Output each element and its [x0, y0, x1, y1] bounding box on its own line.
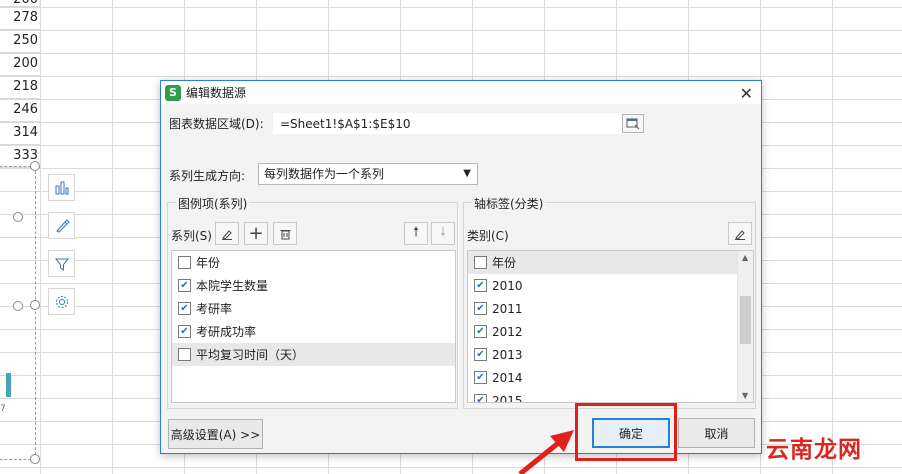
category-name: 2013 — [492, 347, 523, 362]
resize-handle[interactable] — [13, 301, 23, 311]
checkbox[interactable]: ✔ — [178, 302, 191, 315]
series-name: 平均复习时间（天） — [196, 348, 305, 362]
category-name: 2015 — [492, 393, 523, 403]
add-series-button[interactable]: + — [244, 222, 268, 245]
category-name: 2012 — [492, 324, 523, 339]
legend-series-group: 图例项(系列) 系列(S) + 🠕 🠗 年份 ✔ 本院学生数量 ✔ 考研率 ✔ 考研成… — [167, 195, 458, 409]
range-label: 图表数据区域(D): — [169, 117, 264, 131]
series-name: 年份 — [196, 256, 221, 270]
series-name: 考研率 — [196, 302, 233, 316]
series-label: 系列(S) — [171, 229, 212, 243]
chart-toolbar — [48, 174, 75, 326]
highlight-box — [575, 403, 677, 461]
cell-value[interactable]: 250 — [0, 30, 40, 53]
dialog-title: 编辑数据源 — [186, 86, 247, 100]
resize-handle[interactable] — [13, 212, 23, 222]
edit-data-source-dialog: S 编辑数据源 ✕ 图表数据区域(D): =Sheet1!$A$1:$E$10 … — [160, 80, 762, 454]
checkbox[interactable]: ✔ — [474, 325, 487, 338]
checkbox[interactable]: ✔ — [474, 371, 487, 384]
cancel-button[interactable]: 取消 — [678, 418, 755, 448]
list-item[interactable]: ✔ 2012 — [468, 320, 753, 343]
axis-labels-group: 轴标签(分类) 类别(C) 年份 ✔ 2010 ✔ 2011 ✔ 2012 ✔ 2013… — [463, 195, 756, 409]
checkbox[interactable]: ✔ — [474, 302, 487, 315]
chart-bar — [6, 373, 11, 397]
scroll-up-icon[interactable]: ▲ — [742, 253, 748, 262]
move-down-button[interactable]: 🠗 — [431, 222, 455, 245]
chart-tick-label: 7 — [0, 404, 6, 414]
checkbox[interactable] — [474, 256, 487, 269]
scroll-down-icon[interactable]: ▼ — [742, 391, 748, 400]
category-label: 类别(C) — [467, 229, 509, 243]
advanced-settings-button[interactable]: 高级设置(A) >> — [168, 419, 263, 449]
cell-value[interactable]: 314 — [0, 122, 40, 145]
chart-filter-icon[interactable] — [48, 250, 75, 277]
chart-elements-icon[interactable] — [48, 174, 75, 201]
legend-group-title: 图例项(系列) — [176, 195, 250, 212]
resize-handle[interactable] — [30, 300, 40, 310]
list-item[interactable]: ✔ 2010 — [468, 274, 753, 297]
series-name: 本院学生数量 — [196, 279, 269, 293]
annotation-arrow-icon — [518, 430, 574, 474]
category-list: 年份 ✔ 2010 ✔ 2011 ✔ 2012 ✔ 2013 ✔ 2014 ✔ 2015 ▲… — [467, 250, 754, 403]
watermark: 云南龙网 — [766, 437, 862, 463]
close-icon[interactable]: ✕ — [740, 84, 753, 103]
direction-value: 每列数据作为一个系列 — [264, 167, 385, 181]
axis-group-title: 轴标签(分类) — [472, 195, 546, 212]
category-name: 2010 — [492, 278, 523, 293]
list-item[interactable]: 平均复习时间（天） — [172, 343, 455, 366]
checkbox[interactable] — [178, 348, 191, 361]
scrollbar[interactable]: ▲ ▼ — [737, 251, 753, 402]
checkbox[interactable] — [178, 256, 191, 269]
list-item[interactable]: ✔ 本院学生数量 — [172, 274, 455, 297]
scroll-thumb[interactable] — [740, 296, 751, 344]
column-values: 200 278 250 200 218 246 314 333 — [0, 0, 40, 168]
delete-series-button[interactable] — [273, 222, 297, 245]
cell-value[interactable]: 218 — [0, 76, 40, 99]
series-name: 考研成功率 — [196, 325, 257, 339]
range-input[interactable]: =Sheet1!$A$1:$E$10 — [273, 113, 643, 134]
category-name: 2014 — [492, 370, 523, 385]
checkbox[interactable]: ✔ — [474, 394, 487, 402]
edit-series-button[interactable] — [215, 222, 239, 245]
direction-label: 系列生成方向: — [169, 169, 246, 183]
move-up-button[interactable]: 🠕 — [404, 222, 428, 245]
list-item[interactable]: 年份 — [468, 251, 753, 274]
resize-handle[interactable] — [30, 161, 40, 171]
dialog-titlebar[interactable]: S 编辑数据源 ✕ — [161, 81, 761, 104]
list-item[interactable]: ✔ 2013 — [468, 343, 753, 366]
checkbox[interactable]: ✔ — [474, 348, 487, 361]
cell-value[interactable]: 278 — [0, 7, 40, 30]
checkbox[interactable]: ✔ — [178, 279, 191, 292]
edit-category-button[interactable] — [728, 222, 752, 245]
category-name: 2011 — [492, 301, 523, 316]
list-item[interactable]: ✔ 2014 — [468, 366, 753, 389]
list-item[interactable]: 年份 — [172, 251, 455, 274]
list-item[interactable]: ✔ 2015 — [468, 389, 753, 403]
checkbox[interactable]: ✔ — [474, 279, 487, 292]
range-select-icon[interactable] — [622, 114, 644, 133]
checkbox[interactable]: ✔ — [178, 325, 191, 338]
direction-select[interactable]: 每列数据作为一个系列 ▼ — [258, 163, 478, 185]
list-item[interactable]: ✔ 考研成功率 — [172, 320, 455, 343]
cell-value[interactable]: 200 — [0, 0, 40, 7]
cell-value[interactable]: 200 — [0, 53, 40, 76]
category-name: 年份 — [492, 256, 517, 270]
resize-handle[interactable] — [30, 454, 40, 464]
list-item[interactable]: ✔ 2011 — [468, 297, 753, 320]
chart-style-icon[interactable] — [48, 212, 75, 239]
list-item[interactable]: ✔ 考研率 — [172, 297, 455, 320]
app-logo-icon: S — [165, 84, 181, 101]
chart-settings-icon[interactable] — [48, 288, 75, 315]
embedded-chart[interactable] — [0, 166, 36, 460]
cell-value[interactable]: 246 — [0, 99, 40, 122]
dropdown-arrow-icon: ▼ — [463, 168, 471, 179]
series-list: 年份 ✔ 本院学生数量 ✔ 考研率 ✔ 考研成功率 平均复习时间（天） — [171, 250, 456, 403]
